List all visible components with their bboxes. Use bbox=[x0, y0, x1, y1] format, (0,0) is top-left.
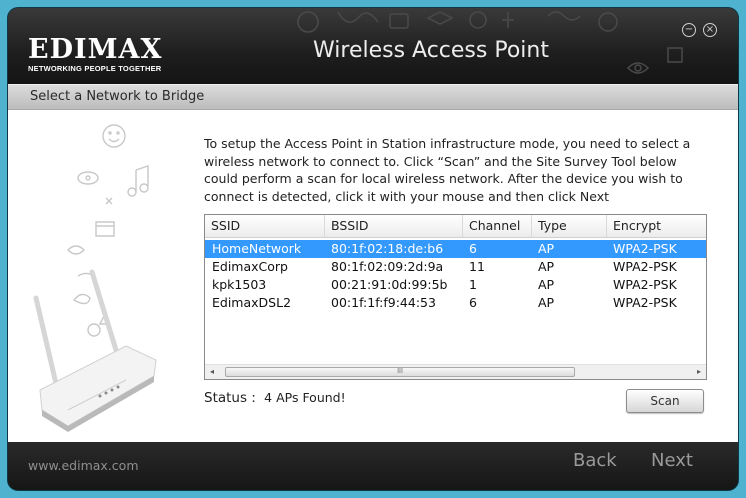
step-title: Select a Network to Bridge bbox=[30, 89, 205, 104]
scrollbar-thumb[interactable]: III bbox=[225, 367, 575, 377]
column-header-ssid[interactable]: SSID bbox=[205, 215, 324, 237]
cell-encrypt: WPA2-PSK bbox=[613, 277, 677, 292]
status-label: Status : bbox=[204, 390, 256, 406]
site-survey-table: SSID BSSID Channel Type Encrypt HomeNetw… bbox=[204, 214, 707, 380]
cell-ssid: EdimaxDSL2 bbox=[212, 295, 292, 310]
window-title: Wireless Access Point bbox=[313, 38, 549, 63]
logo-tagline: NETWORKING PEOPLE TOGETHER bbox=[28, 64, 162, 73]
header-bar: EDIMAX NETWORKING PEOPLE TOGETHER Wirele… bbox=[8, 8, 738, 84]
scroll-left-icon[interactable]: ◂ bbox=[205, 365, 219, 379]
scroll-right-icon[interactable]: ▸ bbox=[692, 365, 706, 379]
logo-wordmark: EDIMAX bbox=[28, 34, 163, 65]
cell-channel: 11 bbox=[469, 259, 485, 274]
cell-type: AP bbox=[538, 241, 555, 256]
cell-bssid: 80:1f:02:09:2d:9a bbox=[331, 259, 444, 274]
cell-type: AP bbox=[538, 277, 555, 292]
router-illustration bbox=[33, 124, 157, 432]
app-window: EDIMAX NETWORKING PEOPLE TOGETHER Wirele… bbox=[8, 8, 738, 490]
cell-bssid: 00:1f:1f:f9:44:53 bbox=[331, 295, 436, 310]
cell-encrypt: WPA2-PSK bbox=[613, 295, 677, 310]
cell-encrypt: WPA2-PSK bbox=[613, 241, 677, 256]
column-header-encrypt[interactable]: Encrypt bbox=[606, 215, 706, 237]
column-header-channel[interactable]: Channel bbox=[462, 215, 531, 237]
cell-type: AP bbox=[538, 295, 555, 310]
minimize-icon[interactable]: − bbox=[682, 23, 696, 37]
cell-channel: 6 bbox=[469, 295, 477, 310]
cell-type: AP bbox=[538, 259, 555, 274]
cell-encrypt: WPA2-PSK bbox=[613, 259, 677, 274]
step-header: Select a Network to Bridge bbox=[8, 84, 738, 110]
edimax-logo: EDIMAX NETWORKING PEOPLE TOGETHER bbox=[28, 34, 163, 74]
table-row[interactable]: EdimaxCorp 80:1f:02:09:2d:9a 11 AP WPA2-… bbox=[205, 258, 706, 276]
column-header-bssid[interactable]: BSSID bbox=[324, 215, 462, 237]
status-value: 4 APs Found! bbox=[264, 390, 346, 405]
status-line: Status : 4 APs Found! bbox=[204, 390, 346, 406]
main-content: To setup the Access Point in Station inf… bbox=[8, 110, 738, 442]
horizontal-scrollbar[interactable]: ◂ III ▸ bbox=[205, 364, 706, 379]
cell-bssid: 80:1f:02:18:de:b6 bbox=[331, 241, 444, 256]
footer-bar: www.edimax.com Back Next bbox=[8, 442, 738, 490]
next-button[interactable]: Next bbox=[651, 450, 693, 471]
scan-button[interactable]: Scan bbox=[626, 389, 704, 413]
column-header-type[interactable]: Type bbox=[531, 215, 606, 237]
table-row[interactable]: kpk1503 00:21:91:0d:99:5b 1 AP WPA2-PSK bbox=[205, 276, 706, 294]
cell-channel: 1 bbox=[469, 277, 477, 292]
table-row[interactable]: EdimaxDSL2 00:1f:1f:f9:44:53 6 AP WPA2-P… bbox=[205, 294, 706, 312]
cell-ssid: HomeNetwork bbox=[212, 241, 302, 256]
table-row-selected[interactable]: HomeNetwork 80:1f:02:18:de:b6 6 AP WPA2-… bbox=[205, 240, 706, 258]
instructions-text: To setup the Access Point in Station inf… bbox=[204, 136, 691, 204]
footer-url: www.edimax.com bbox=[28, 458, 139, 473]
cell-channel: 6 bbox=[469, 241, 477, 256]
table-header: SSID BSSID Channel Type Encrypt bbox=[205, 215, 706, 238]
back-button[interactable]: Back bbox=[573, 450, 617, 471]
close-icon[interactable]: × bbox=[703, 23, 717, 37]
cell-ssid: EdimaxCorp bbox=[212, 259, 288, 274]
cell-ssid: kpk1503 bbox=[212, 277, 267, 292]
cell-bssid: 00:21:91:0d:99:5b bbox=[331, 277, 448, 292]
